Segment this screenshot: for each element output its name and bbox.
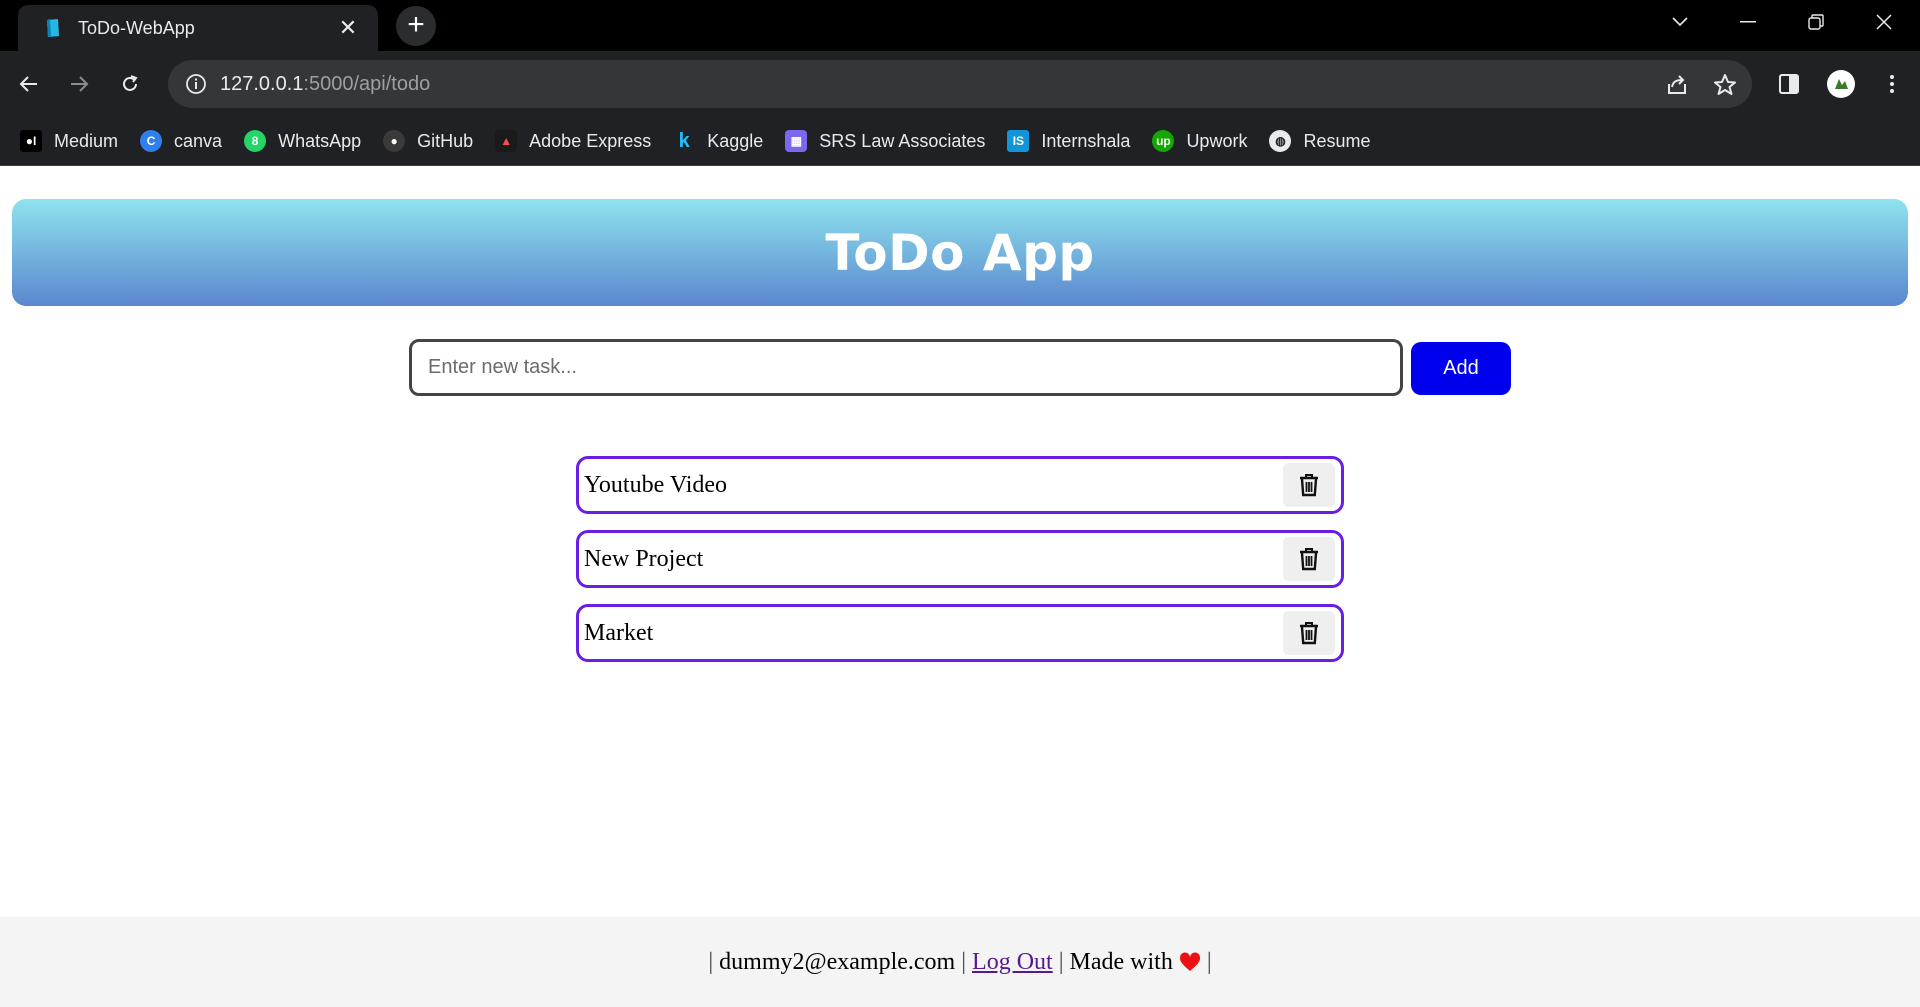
browser-toolbar: 127.0.0.1:5000/api/todo — [0, 51, 1920, 117]
globe-icon: ◍ — [1269, 130, 1292, 152]
reload-icon[interactable] — [112, 66, 148, 102]
new-task-input[interactable] — [409, 339, 1403, 396]
heart-icon — [1179, 952, 1201, 972]
bookmark-label: Medium — [54, 130, 119, 151]
trash-icon[interactable] — [1283, 463, 1335, 507]
bookmark-label: Adobe Express — [529, 130, 652, 151]
todo-item: Youtube Video — [576, 456, 1344, 514]
url-path: :5000/api/todo — [303, 73, 431, 95]
bookmark-internshala[interactable]: IS Internshala — [1007, 130, 1130, 152]
bookmark-canva[interactable]: C canva — [140, 130, 222, 152]
tab-strip: ToDo-WebApp ✕ + — [0, 0, 1920, 51]
close-window-icon[interactable] — [1866, 8, 1902, 36]
bookmark-label: Resume — [1303, 130, 1371, 151]
side-panel-icon[interactable] — [1771, 66, 1807, 102]
bookmark-label: canva — [174, 130, 223, 151]
divider: | — [961, 948, 967, 975]
todo-text: Market — [584, 619, 654, 646]
divider: | — [1206, 948, 1212, 975]
close-tab-icon[interactable]: ✕ — [334, 14, 362, 42]
minimize-icon[interactable] — [1730, 8, 1766, 36]
kaggle-icon: k — [678, 129, 690, 152]
bookmark-label: Upwork — [1186, 130, 1248, 151]
adobe-express-icon: ▲ — [495, 130, 518, 152]
todo-list: Youtube Video New Project Market — [576, 456, 1344, 678]
user-email: dummy2@example.com — [719, 948, 956, 975]
upwork-icon: up — [1152, 130, 1175, 152]
logout-link[interactable]: Log Out — [972, 949, 1053, 976]
calendar-icon: ▦ — [785, 130, 808, 152]
site-info-icon[interactable] — [184, 72, 208, 96]
todo-item: Market — [576, 604, 1344, 662]
trash-icon[interactable] — [1283, 611, 1335, 655]
footer: | dummy2@example.com | Log Out | Made wi… — [0, 917, 1920, 1007]
browser-tab[interactable]: ToDo-WebApp ✕ — [18, 5, 378, 51]
bookmark-kaggle[interactable]: k Kaggle — [673, 129, 764, 152]
bookmark-github[interactable]: ● GitHub — [383, 130, 473, 152]
url-host: 127.0.0.1 — [220, 73, 304, 95]
forward-arrow-icon[interactable] — [61, 66, 97, 102]
bookmark-label: WhatsApp — [278, 130, 362, 151]
todo-favicon-icon — [44, 18, 62, 38]
add-task-button[interactable]: Add — [1411, 342, 1511, 395]
bookmark-resume[interactable]: ◍ Resume — [1269, 130, 1370, 152]
bookmarks-bar: ●I Medium C canva 8 WhatsApp ● GitHub ▲ … — [0, 117, 1920, 166]
bookmark-label: Internshala — [1041, 130, 1131, 151]
bookmark-star-icon[interactable] — [1712, 72, 1738, 98]
restore-icon[interactable] — [1798, 8, 1834, 36]
made-with-text: Made with — [1069, 948, 1173, 975]
todo-text: Youtube Video — [584, 471, 728, 498]
url-text: 127.0.0.1:5000/api/todo — [220, 73, 430, 96]
medium-icon: ●I — [20, 130, 42, 152]
bookmark-label: SRS Law Associates — [819, 130, 986, 151]
address-bar[interactable]: 127.0.0.1:5000/api/todo — [168, 60, 1752, 108]
bookmark-label: GitHub — [417, 130, 474, 151]
share-icon[interactable] — [1664, 72, 1690, 98]
more-menu-icon[interactable] — [1874, 66, 1910, 102]
whatsapp-icon: 8 — [244, 130, 267, 152]
tab-title: ToDo-WebApp — [78, 17, 195, 38]
app-title: ToDo App — [825, 223, 1095, 282]
bookmark-upwork[interactable]: up Upwork — [1152, 130, 1247, 152]
todo-item: New Project — [576, 530, 1344, 588]
divider: | — [1058, 948, 1064, 975]
github-icon: ● — [383, 130, 406, 152]
bookmark-srs-law[interactable]: ▦ SRS Law Associates — [785, 130, 985, 152]
todo-text: New Project — [584, 545, 704, 572]
page-content: ToDo App Add Youtube Video New Project M… — [0, 166, 1920, 1007]
app-header: ToDo App — [12, 199, 1908, 306]
internshala-icon: IS — [1007, 130, 1030, 152]
trash-icon[interactable] — [1283, 537, 1335, 581]
tab-search-icon[interactable] — [1662, 8, 1698, 36]
bookmark-medium[interactable]: ●I Medium — [20, 130, 118, 152]
canva-icon: C — [140, 130, 163, 152]
bookmark-adobe-express[interactable]: ▲ Adobe Express — [495, 130, 651, 152]
bookmark-whatsapp[interactable]: 8 WhatsApp — [244, 130, 361, 152]
new-tab-button[interactable]: + — [396, 6, 436, 46]
divider: | — [708, 948, 714, 975]
bookmark-label: Kaggle — [707, 130, 764, 151]
back-arrow-icon[interactable] — [11, 66, 47, 102]
profile-avatar[interactable] — [1823, 66, 1859, 102]
